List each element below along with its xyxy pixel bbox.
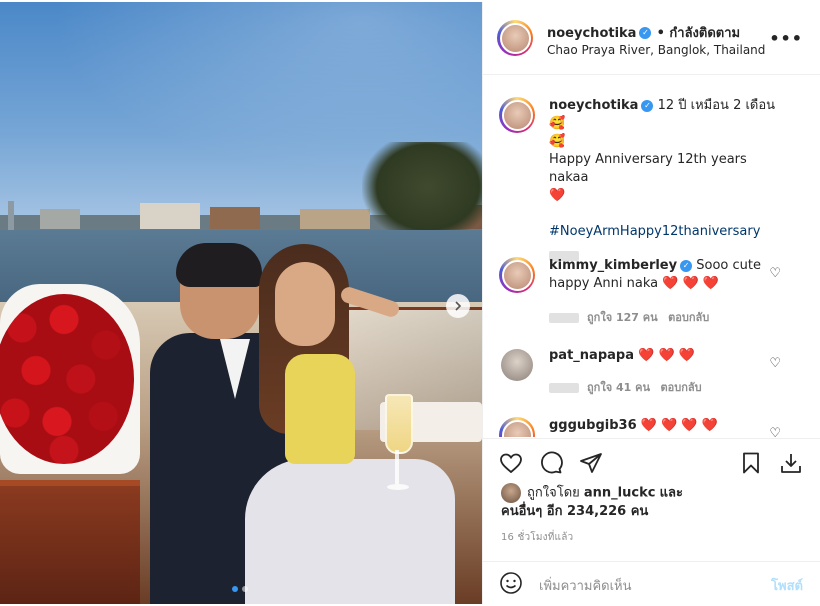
carousel-dots (232, 586, 248, 592)
carousel-dot-active (232, 586, 238, 592)
comment-body: Sooo cute (696, 258, 761, 273)
verified-icon: ✓ (641, 99, 654, 112)
woman-face (275, 262, 335, 346)
comment-item: kimmy_kimberley ✓ Sooo cute happy Anni na… (499, 257, 809, 327)
yellow-dress (285, 354, 355, 464)
author-avatar[interactable] (497, 20, 533, 56)
caption-avatar[interactable] (499, 97, 535, 133)
reply-button[interactable]: ตอบกลับ (660, 381, 701, 394)
glass-base (387, 484, 409, 490)
liker-avatar (501, 483, 521, 503)
redacted-block (549, 383, 579, 393)
heart-icon[interactable]: ♡ (769, 425, 781, 437)
caption-line-2: 🥰 (549, 134, 566, 149)
heart-icon[interactable]: ♡ (769, 265, 781, 283)
liked-prefix: ถูกใจโดย (527, 485, 580, 501)
chevron-right-icon (455, 301, 462, 311)
comment-text: pat_napapa ❤️ ❤️ ❤️ (549, 347, 789, 365)
download-icon[interactable] (779, 451, 803, 475)
liker-username[interactable]: ann_luckc (584, 486, 656, 501)
comment-item: gggubgib36 ❤️ ❤️ ❤️ ❤️ ♡ (499, 417, 809, 437)
comment-text: kimmy_kimberley ✓ Sooo cute happy Anni na… (549, 257, 789, 293)
carousel-dot (242, 586, 248, 592)
emoji-icon[interactable] (499, 571, 523, 595)
comment-hearts: ❤️ ❤️ ❤️ ❤️ (640, 418, 718, 433)
comments-list: noeychotika ✓ 12 ปี เหมือน 2 เดือน 🥰 🥰 Ha… (483, 75, 820, 437)
post-modal: noeychotika ✓ • กำลังติดตาม Chao Praya Ri… (0, 0, 820, 604)
author-username[interactable]: noeychotika (547, 26, 636, 41)
next-photo-button[interactable] (446, 294, 470, 318)
verified-icon: ✓ (680, 259, 693, 272)
comment-meta: ถูกใจ 127 คน ตอบกลับ (549, 309, 709, 327)
caption-hashtag[interactable]: #NoeyArmHappy12thaniversary (549, 224, 760, 239)
liked-and: และ (659, 485, 683, 501)
reply-button[interactable]: ตอบกลับ (668, 311, 709, 324)
commenter-avatar[interactable] (499, 257, 535, 293)
liked-by: ถูกใจโดย ann_luckc และ คนอื่นๆ อีก 234,2… (501, 483, 683, 521)
comment-meta: ถูกใจ 41 คน ตอบกลับ (549, 379, 702, 397)
trees (362, 142, 482, 242)
commenter-avatar[interactable] (499, 417, 535, 437)
comment-hearts: ❤️ ❤️ ❤️ (638, 348, 695, 363)
comment-username[interactable]: pat_napapa (549, 348, 634, 363)
post-timestamp[interactable]: 16 ชั่วโมงที่แล้ว (501, 530, 573, 545)
comment-input[interactable]: เพิ่มความคิดเห็น (539, 575, 632, 596)
glass-stem (395, 450, 399, 484)
skirt (245, 459, 455, 604)
share-icon[interactable] (579, 451, 603, 475)
liked-others[interactable]: คนอื่นๆ อีก 234,226 คน (501, 504, 648, 519)
comment-likes[interactable]: ถูกใจ 41 คน (587, 381, 650, 394)
caption-heart: ❤️ (549, 188, 566, 203)
post-photo[interactable] (0, 2, 482, 604)
post-comment-button[interactable]: โพสต์ (771, 575, 803, 596)
header-line: noeychotika ✓ • กำลังติดตาม (547, 22, 740, 43)
commenter-avatar[interactable] (501, 349, 533, 381)
rose-bouquet (0, 294, 134, 464)
woman-figure (245, 244, 465, 604)
redacted-block (549, 313, 579, 323)
comment-username[interactable]: gggubgib36 (549, 418, 637, 433)
wooden-table (0, 480, 140, 604)
add-comment-bar: เพิ่มความคิดเห็น โพสต์ (483, 561, 820, 606)
comment-username[interactable]: kimmy_kimberley (549, 258, 677, 273)
heart-icon[interactable] (499, 451, 523, 475)
save-icon[interactable] (739, 451, 763, 475)
post-actions: ถูกใจโดย ann_luckc และ คนอื่นๆ อีก 234,2… (483, 438, 820, 605)
comment-item: pat_napapa ❤️ ❤️ ❤️ ถูกใจ 41 คน ตอบกลับ … (499, 347, 809, 407)
post-side-panel: noeychotika ✓ • กำลังติดตาม Chao Praya Ri… (482, 2, 820, 604)
caption: noeychotika ✓ 12 ปี เหมือน 2 เดือน 🥰 🥰 Ha… (499, 97, 809, 261)
heart-icon[interactable]: ♡ (769, 355, 781, 373)
comment-body-2: happy Anni naka (549, 276, 659, 291)
avatar-image (501, 259, 533, 291)
caption-line-3: Happy Anniversary 12th years nakaa (549, 152, 747, 185)
avatar-image (501, 99, 533, 131)
avatar-image (501, 419, 533, 437)
avatar-image (499, 22, 531, 54)
following-label[interactable]: • กำลังติดตาม (657, 26, 741, 41)
verified-icon: ✓ (639, 26, 652, 39)
comment-hearts: ❤️ ❤️ ❤️ (662, 276, 720, 291)
post-location[interactable]: Chao Praya River, Banglok, Thailand (547, 43, 765, 57)
champagne-glass (385, 394, 413, 454)
caption-text: noeychotika ✓ 12 ปี เหมือน 2 เดือน 🥰 🥰 Ha… (549, 97, 789, 261)
comment-likes[interactable]: ถูกใจ 127 คน (587, 311, 658, 324)
post-header: noeychotika ✓ • กำลังติดตาม Chao Praya Ri… (483, 2, 820, 75)
caption-username[interactable]: noeychotika (549, 98, 638, 113)
more-icon[interactable]: ••• (769, 29, 803, 48)
comment-text: gggubgib36 ❤️ ❤️ ❤️ ❤️ (549, 417, 789, 435)
comment-icon[interactable] (539, 451, 563, 475)
